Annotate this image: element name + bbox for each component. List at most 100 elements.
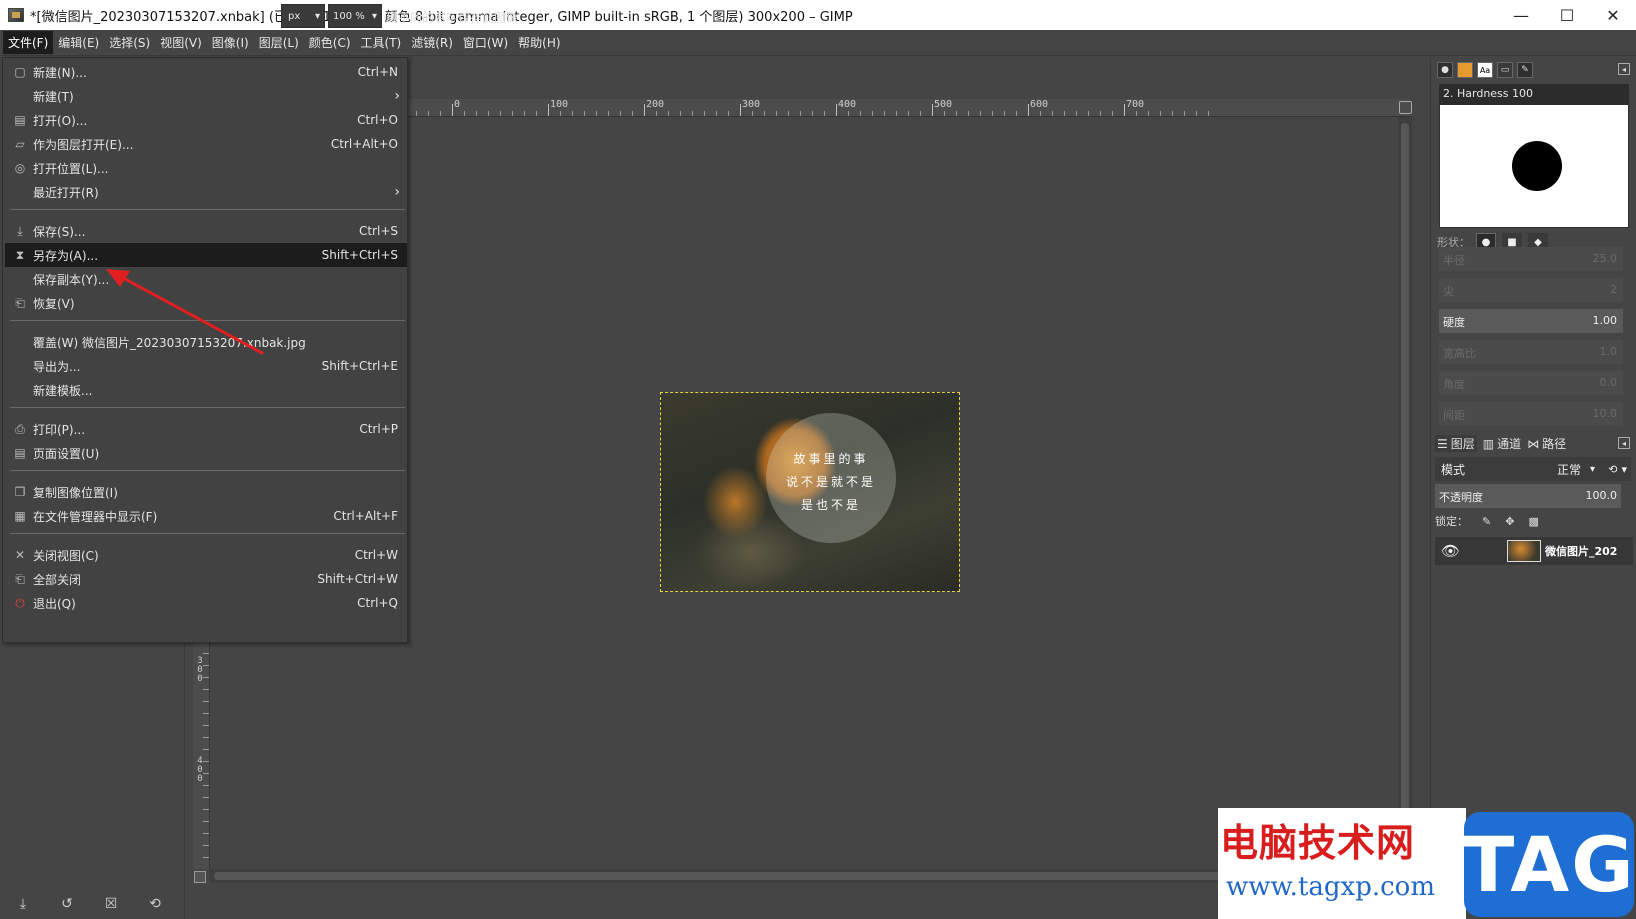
layer-row[interactable]: 👁 微信图片_202 [1435,537,1633,565]
param-spikes[interactable]: 尖2 [1439,278,1623,302]
ruler-minor-tick [704,111,705,116]
save-tool-preset-icon[interactable]: ⤓ [14,895,32,913]
menu-help[interactable]: 帮助(H) [513,31,565,54]
switch-mode-icon[interactable]: ⟲ [1608,463,1617,476]
menu-item-quit[interactable]: ⏻ 退出(Q) Ctrl+Q [5,591,407,615]
lock-position-icon[interactable]: ✥ [1505,515,1514,528]
menu-item-save[interactable]: ⤓ 保存(S)... Ctrl+S [5,219,407,243]
param-angle[interactable]: 角度 0.0 [1439,371,1623,395]
chevron-down-icon[interactable]: ▾ [1621,463,1627,476]
zoom-select[interactable]: 100 % ▾ [328,4,382,28]
menu-item-print[interactable]: ⎙ 打印(P)... Ctrl+P [5,417,407,441]
quick-mask-toggle[interactable] [194,871,206,883]
layer-mode-select[interactable]: 正常 [1557,461,1581,478]
ruler-minor-tick [1040,111,1041,116]
menu-item-close-view[interactable]: ✕ 关闭视图(C) Ctrl+W [5,543,407,567]
unit-select[interactable]: px ▾ [281,4,325,28]
tab-paths[interactable]: ⋈ 路径 [1527,435,1566,452]
open-location-icon: ◎ [14,161,26,175]
tab-layers[interactable]: ☰ 图层 [1435,435,1477,452]
menu-file[interactable]: 文件(F) [3,31,54,54]
ruler-minor-tick [1088,111,1089,116]
layer-mode-row[interactable]: 模式 正常 ▾ ⟲ ▾ [1435,457,1631,481]
menu-item-page-setup[interactable]: ▤ 页面设置(U) [5,441,407,465]
restore-tool-preset-icon[interactable]: ↺ [58,895,76,913]
param-hardness[interactable]: 硬度 1.00 [1439,309,1623,333]
menu-layer[interactable]: 图层(L) [254,31,304,54]
param-aspect-ratio[interactable]: 宽高比 1.0 [1439,340,1623,364]
menu-windows[interactable]: 窗口(W) [458,31,513,54]
menu-item-open-recent[interactable]: 最近打开(R) › [5,180,407,204]
fonts-tab-icon[interactable]: Aa [1477,62,1493,78]
vertical-scrollbar[interactable] [1398,117,1412,867]
menu-item-new[interactable]: ▢ 新建(N)... Ctrl+N [5,60,407,84]
menu-item-copy-location[interactable]: ❐ 复制图像位置(I) [5,480,407,504]
menu-image[interactable]: 图像(I) [207,31,254,54]
maximize-button[interactable]: ☐ [1544,0,1590,30]
ruler-minor-tick [908,111,909,116]
lock-alpha-icon[interactable]: ▩ [1528,515,1538,528]
menu-select[interactable]: 选择(S) [104,31,155,54]
ruler-minor-tick [848,111,849,116]
menu-item-open[interactable]: ▤ 打开(O)... Ctrl+O [5,108,407,132]
ruler-minor-tick [416,111,417,116]
horizontal-scroll-thumb[interactable] [214,872,1394,880]
ruler-minor-tick [1184,111,1185,116]
ruler-minor-tick [1004,111,1005,116]
dock-config-icon[interactable]: ◂ [1618,63,1630,75]
layers-config-icon[interactable]: ◂ [1618,437,1630,449]
ruler-tick [1028,104,1029,116]
ruler-minor-tick [596,111,597,116]
layer-opacity-slider[interactable]: 不透明度 100.0 [1435,484,1621,508]
delete-tool-preset-icon[interactable]: ☒ [102,895,120,913]
menu-item-create-template[interactable]: 新建模板... [5,378,407,402]
menu-item-open-as-layers[interactable]: ▱ 作为图层打开(E)... Ctrl+Alt+O [5,132,407,156]
brushes-tab-icon[interactable]: ● [1437,62,1453,78]
menu-item-create[interactable]: 新建(T) › [5,84,407,108]
brush-preview[interactable] [1439,104,1629,228]
menu-edit[interactable]: 编辑(E) [53,31,104,54]
menu-item-show-in-file-manager[interactable]: ▦ 在文件管理器中显示(F) Ctrl+Alt+F [5,504,407,528]
ruler-minor-tick [824,111,825,116]
visibility-eye-icon[interactable]: 👁 [1441,542,1460,560]
minimize-button[interactable]: — [1498,0,1544,30]
status-message: 用不同的名字保存此图像 [386,11,519,25]
ruler-minor-tick [428,111,429,116]
menu-item-save-as[interactable]: ⧗ 另存为(A)... Shift+Ctrl+S [5,243,407,267]
chevron-down-icon: ▾ [1589,463,1595,475]
lock-row: 锁定： ✎ ✥ ▩ [1435,513,1539,529]
menu-item-open-location[interactable]: ◎ 打开位置(L)... [5,156,407,180]
navigate-corner-icon[interactable] [1399,101,1412,114]
ruler-tick [548,104,549,116]
lock-pixels-icon[interactable]: ✎ [1482,515,1491,528]
gradients-tab-icon[interactable]: ▭ [1497,62,1513,78]
menu-tools[interactable]: 工具(T) [356,31,407,54]
patterns-tab-icon[interactable] [1457,62,1473,78]
ruler-minor-tick [668,111,669,116]
menu-item-close-all[interactable]: ⎗ 全部关闭 Shift+Ctrl+W [5,567,407,591]
ruler-minor-tick [1100,111,1101,116]
tool-options-tab-icon[interactable]: ✎ [1517,62,1533,78]
param-radius[interactable]: 半径 25.0 [1439,247,1623,271]
ruler-tick [740,104,741,116]
ruler-minor-tick [884,111,885,116]
ruler-minor-tick [1112,111,1113,116]
image-canvas[interactable]: 故事里的事 说不是就不是 是也不是 [660,392,960,592]
tab-channels[interactable]: ▥ 通道 [1483,435,1521,452]
ruler-minor-tick [203,833,209,834]
menu-view[interactable]: 视图(V) [155,31,207,54]
file-manager-icon: ▦ [14,509,26,523]
menu-separator [10,533,405,534]
reset-tool-options-icon[interactable]: ⟲ [146,895,164,913]
ruler-minor-tick [752,111,753,116]
vertical-scroll-thumb[interactable] [1401,123,1409,863]
menu-colors[interactable]: 颜色(C) [304,31,356,54]
layer-name[interactable]: 微信图片_202 [1545,543,1617,559]
site-watermark: 电脑技术网 www.tagxp.com TAG [1218,808,1636,919]
poem-line: 是也不是 [800,498,861,512]
close-window-button[interactable]: ✕ [1590,0,1636,30]
ruler-minor-tick [203,677,209,678]
param-spacing[interactable]: 间距 10.0 [1439,402,1623,426]
paths-icon: ⋈ [1527,436,1540,451]
menu-filters[interactable]: 滤镜(R) [406,31,458,54]
